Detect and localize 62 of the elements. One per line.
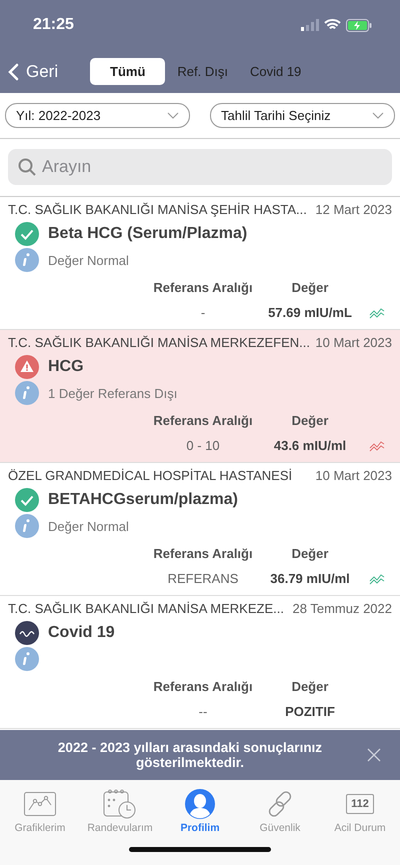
filter-tab[interactable]: Covid 19 <box>240 58 312 85</box>
chevron-down-icon <box>372 112 384 119</box>
result-card[interactable]: T.C. SAĞLIK BAKANLIĞI MANİSA MERKEZEFEN... 10 Mart 2023 HCG 1 Değer Referans Dışı Referans Aralığı Değer 0 - 10 43.6 mIU/ml <box>0 330 400 463</box>
trend-icon <box>369 440 385 452</box>
battery-charging-icon <box>346 18 372 32</box>
search-field[interactable]: Arayın <box>8 149 392 185</box>
status-text: 1 Değer Referans Dışı <box>48 386 178 400</box>
back-chevron-icon <box>8 62 19 80</box>
filter-tab[interactable]: Ref. Dışı <box>167 58 238 85</box>
hospital-name: T.C. SAĞLIK BAKANLIĞI MANİSA ŞEHİR HASTA... <box>8 202 307 217</box>
hospital-name: T.C. SAĞLIK BAKANLIĞI MANİSA MERKEZE... <box>8 601 284 616</box>
info-icon <box>15 514 39 538</box>
status-time: 21:25 <box>33 16 74 34</box>
line-chart-icon <box>24 792 56 816</box>
range-label: Referans Aralığı <box>152 679 254 694</box>
range-label: Referans Aralığı <box>152 413 254 428</box>
chevron-down-icon <box>167 112 179 119</box>
reference-range: - <box>200 305 206 320</box>
info-icon <box>15 381 39 405</box>
test-name: Beta HCG (Serum/Plazma) <box>48 225 248 243</box>
result-date: 10 Mart 2023 <box>315 468 392 483</box>
signal-icon <box>301 19 319 31</box>
test-name: BETAHCGserum/plazma) <box>48 491 238 509</box>
filter-tab[interactable]: Tümü <box>90 58 166 85</box>
close-icon[interactable] <box>367 748 381 762</box>
value-label: Değer <box>290 280 330 295</box>
status-text: Değer Normal <box>48 252 129 268</box>
back-button[interactable]: Geri <box>8 62 90 82</box>
result-date: 28 Temmuz 2022 <box>292 601 392 616</box>
reference-range: 0 - 10 <box>185 438 221 453</box>
tab-bar-item[interactable]: Profilim <box>160 784 240 834</box>
info-icon <box>15 248 39 272</box>
result-value: 43.6 mIU/ml <box>272 438 348 453</box>
value-label: Değer <box>290 679 330 694</box>
person-icon <box>185 789 215 819</box>
hospital-name: ÖZEL GRANDMEDİCAL HOSPİTAL HASTANESİ <box>8 468 292 483</box>
hospital-name: T.C. SAĞLIK BAKANLIĞI MANİSA MERKEZEFEN... <box>8 335 310 350</box>
range-label: Referans Aralığı <box>152 546 254 561</box>
result-value: 57.69 mIU/mL <box>267 305 353 320</box>
wifi-icon <box>324 19 341 31</box>
reference-range: -- <box>198 704 208 719</box>
trend-icon <box>369 572 385 584</box>
info-icon <box>15 647 39 671</box>
trend-icon <box>369 306 385 318</box>
result-date: 12 Mart 2023 <box>315 202 392 217</box>
result-value: POZITIF <box>284 704 336 719</box>
reference-range: REFERANS <box>166 571 240 586</box>
test-name: Covid 19 <box>48 624 115 642</box>
search-icon <box>18 158 36 176</box>
tab-bar-item[interactable]: 112 Acil Durum <box>320 784 400 834</box>
status-text: Değer Normal <box>48 518 129 534</box>
dropdown[interactable]: Yıl: 2022-2023 <box>5 103 190 128</box>
value-label: Değer <box>290 546 330 561</box>
range-label: Referans Aralığı <box>152 280 254 295</box>
banner-message: 2022 - 2023 yılları arasındaki sonuçlarınız gösterilmektedir. <box>56 740 324 770</box>
test-name: HCG <box>48 358 84 376</box>
result-value: 36.79 mIU/ml <box>269 571 351 586</box>
dropdown[interactable]: Tahlil Tarihi Seçiniz <box>210 103 395 128</box>
result-date: 10 Mart 2023 <box>315 335 392 350</box>
calendar-clock-icon <box>103 789 137 819</box>
emergency-number-icon: 112 <box>346 794 374 814</box>
value-label: Değer <box>290 413 330 428</box>
